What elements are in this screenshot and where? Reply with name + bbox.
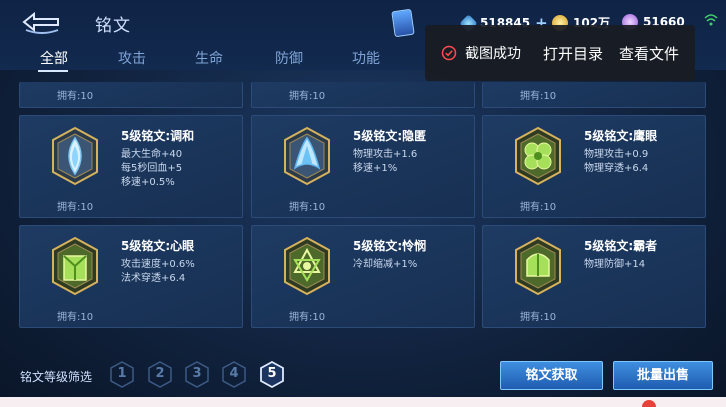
back-arrow-icon[interactable]: [20, 10, 62, 34]
bulk-sell-button[interactable]: 批量出售: [613, 361, 713, 390]
stat-line: 冷却缩减+1%: [353, 259, 418, 270]
inscription-card-mercy[interactable]: 5级铭文:怜悯 冷却缩减+1% 拥有:10: [251, 225, 475, 328]
stat-line: 法术穿透+6.4: [121, 273, 186, 284]
inscription-stats: 物理攻击+0.9 物理穿透+6.4: [584, 148, 648, 176]
inscription-card-harmony[interactable]: 5级铭文:调和 最大生命+40 每5秒回血+5 移速+0.5% 拥有:10: [19, 115, 243, 218]
level-number: 3: [192, 366, 202, 381]
owned-count: 拥有:10: [57, 312, 94, 323]
page-title: 铭文: [95, 16, 131, 36]
inscription-stats: 物理防御+14: [584, 258, 645, 272]
level-number: 4: [229, 366, 239, 381]
level-filter-2[interactable]: 2: [148, 361, 172, 388]
toast-message: 截图成功: [465, 46, 521, 62]
level-filter-label: 铭文等级筛选: [20, 370, 93, 384]
owned-count: 拥有:10: [57, 91, 94, 102]
owned-count: 拥有:10: [520, 202, 557, 213]
check-circle-icon: [441, 45, 457, 61]
owned-count: 拥有:10: [289, 202, 326, 213]
inscription-name: 5级铭文:霸者: [584, 239, 658, 253]
record-indicator-icon: [642, 400, 656, 407]
inscription-name: 5级铭文:心眼: [121, 239, 195, 253]
inscription-card-stealth[interactable]: 5级铭文:隐匿 物理攻击+1.6 移速+1% 拥有:10: [251, 115, 475, 218]
owned-count: 拥有:10: [520, 312, 557, 323]
tab-defense[interactable]: 防御: [275, 48, 303, 68]
inscription-stats: 冷却缩减+1%: [353, 258, 417, 272]
inscription-name: 5级铭文:隐匿: [353, 129, 427, 143]
owned-count: 拥有:10: [520, 91, 557, 102]
stat-line: 物理攻击+0.9: [584, 149, 649, 160]
mercy-emblem-icon: [284, 236, 330, 296]
footer-bar: 铭文等级筛选 1 2 3 4 5 铭文获取 批量出售: [0, 355, 726, 397]
tab-attack[interactable]: 攻击: [118, 48, 146, 68]
stat-line: 移速+0.5%: [121, 177, 175, 188]
level-number: 5: [267, 366, 277, 381]
stat-line: 物理攻击+1.6: [353, 149, 418, 160]
tab-all[interactable]: 全部: [40, 48, 68, 68]
system-bottom-strip: [0, 397, 726, 407]
open-directory-link[interactable]: 打开目录: [543, 43, 603, 64]
category-tabs: 全部 攻击 生命 防御 功能: [0, 48, 420, 70]
level-filter-3[interactable]: 3: [185, 361, 209, 388]
hawkeye-emblem-icon: [515, 126, 561, 186]
stat-line: 物理穿透+6.4: [584, 163, 649, 174]
inscription-name: 5级铭文:鹰眼: [584, 129, 658, 143]
active-tab-indicator: [38, 70, 68, 72]
inscription-card-partial[interactable]: 拥有:10: [251, 82, 475, 108]
screenshot-toast: 截图成功 打开目录 查看文件: [425, 25, 695, 81]
inscription-grid: 拥有:10 拥有:10 拥有:10 5级铭文:调和 最大生命+40 每5秒回血+…: [0, 82, 726, 342]
stat-line: 每5秒回血+5: [121, 163, 183, 174]
inscription-stats: 攻击速度+0.6% 法术穿透+6.4: [121, 258, 195, 286]
inscription-name: 5级铭文:调和: [121, 129, 195, 143]
level-filter-5[interactable]: 5: [260, 360, 284, 389]
harmony-emblem-icon: [52, 126, 98, 186]
inscription-card-hawkeye[interactable]: 5级铭文:鹰眼 物理攻击+0.9 物理穿透+6.4 拥有:10: [482, 115, 706, 218]
inscription-stats: 物理攻击+1.6 移速+1%: [353, 148, 417, 176]
owned-count: 拥有:10: [57, 202, 94, 213]
stat-line: 攻击速度+0.6%: [121, 259, 195, 270]
inscription-name: 5级铭文:怜悯: [353, 239, 427, 253]
stat-line: 移速+1%: [353, 163, 398, 174]
stat-line: 最大生命+40: [121, 149, 183, 160]
overlord-emblem-icon: [515, 236, 561, 296]
view-file-link[interactable]: 查看文件: [619, 43, 679, 64]
owned-count: 拥有:10: [289, 312, 326, 323]
inscription-card-mindeye[interactable]: 5级铭文:心眼 攻击速度+0.6% 法术穿透+6.4 拥有:10: [19, 225, 243, 328]
inscription-card-partial[interactable]: 拥有:10: [482, 82, 706, 108]
stat-line: 物理防御+14: [584, 259, 646, 270]
acquire-inscription-button[interactable]: 铭文获取: [500, 361, 603, 390]
mindeye-emblem-icon: [52, 236, 98, 296]
wifi-icon: [704, 14, 718, 26]
owned-count: 拥有:10: [289, 91, 326, 102]
inscription-bundle-icon[interactable]: [391, 8, 415, 38]
level-number: 1: [117, 366, 127, 381]
level-filter-4[interactable]: 4: [222, 361, 246, 388]
tab-utility[interactable]: 功能: [352, 48, 380, 68]
level-number: 2: [155, 366, 165, 381]
level-filter-1[interactable]: 1: [110, 361, 134, 388]
inscription-card-partial[interactable]: 拥有:10: [19, 82, 243, 108]
tab-health[interactable]: 生命: [195, 48, 223, 68]
stealth-emblem-icon: [284, 126, 330, 186]
inscription-stats: 最大生命+40 每5秒回血+5 移速+0.5%: [121, 148, 182, 190]
inscription-card-overlord[interactable]: 5级铭文:霸者 物理防御+14 拥有:10: [482, 225, 706, 328]
